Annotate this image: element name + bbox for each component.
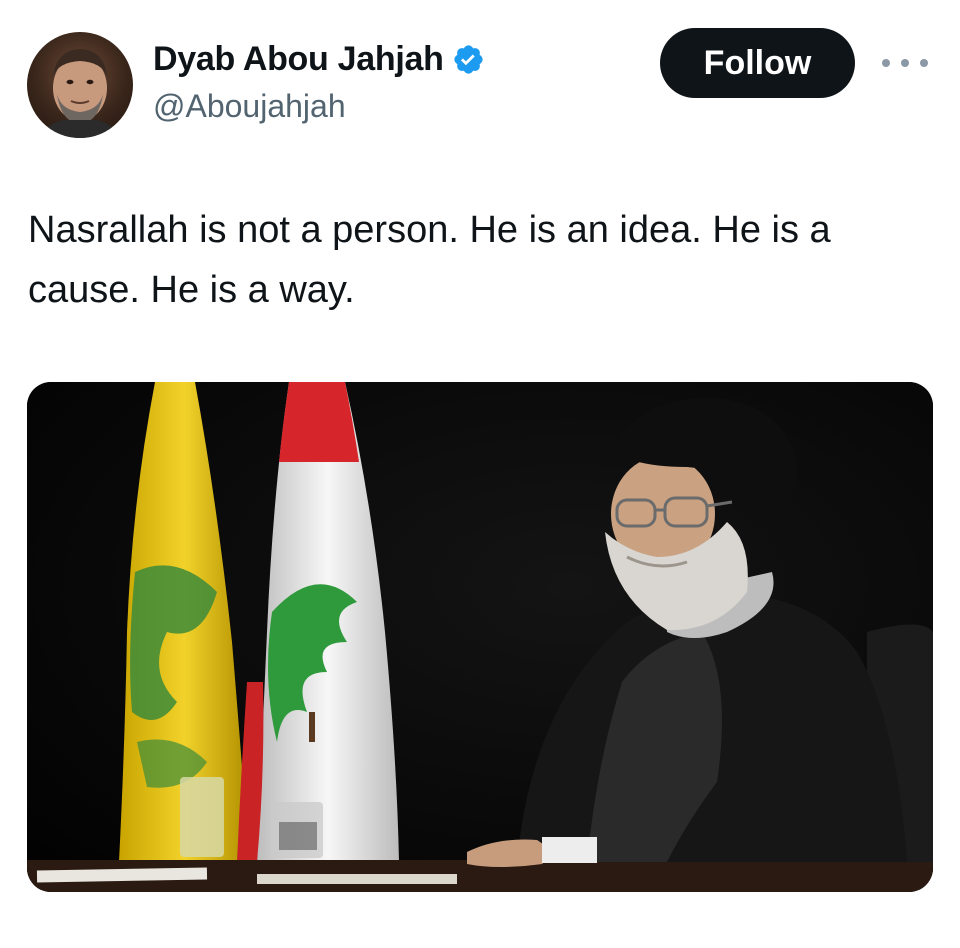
more-dot (920, 59, 928, 67)
follow-button[interactable]: Follow (660, 28, 855, 98)
more-dot (901, 59, 909, 67)
more-options-icon[interactable] (882, 52, 928, 74)
author-avatar[interactable] (27, 32, 133, 138)
more-dot (882, 59, 890, 67)
author-name[interactable]: Dyab Abou Jahjah (153, 40, 444, 79)
author-handle[interactable]: @Aboujahjah (153, 88, 346, 125)
tweet-text: Nasrallah is not a person. He is an idea… (28, 209, 831, 311)
water-glass (180, 777, 224, 857)
tweet-photo[interactable] (27, 382, 933, 892)
author-name-row: Dyab Abou Jahjah (153, 40, 485, 79)
verified-badge-icon (453, 45, 483, 74)
